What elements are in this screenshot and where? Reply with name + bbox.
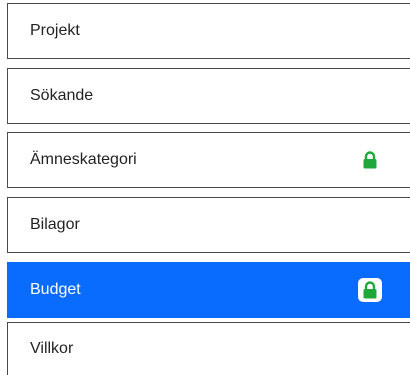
step-navigation: Projekt Sökande Ämneskategori Bilagor Bu…	[7, 0, 410, 375]
lock-icon	[358, 278, 382, 302]
nav-item-label: Villkor	[30, 340, 74, 357]
nav-item-budget[interactable]: Budget	[7, 262, 410, 318]
nav-item-bilagor[interactable]: Bilagor	[7, 197, 410, 253]
nav-item-amneskategori[interactable]: Ämneskategori	[7, 132, 410, 188]
nav-item-villkor[interactable]: Villkor	[7, 322, 410, 375]
nav-item-projekt[interactable]: Projekt	[7, 3, 410, 59]
nav-item-label: Sökande	[30, 87, 94, 104]
nav-item-label: Projekt	[30, 22, 80, 39]
nav-item-label: Bilagor	[30, 216, 80, 233]
nav-item-sokande[interactable]: Sökande	[7, 68, 410, 124]
nav-item-label: Budget	[30, 281, 81, 298]
nav-item-label: Ämneskategori	[30, 151, 137, 168]
lock-icon	[358, 148, 382, 172]
